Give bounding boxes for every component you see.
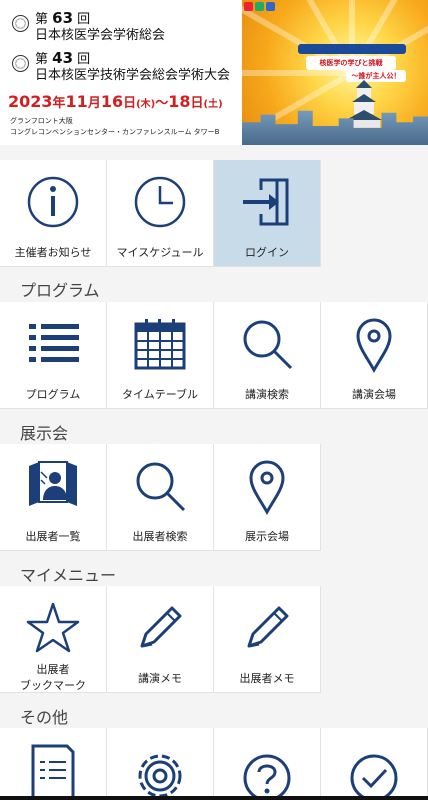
tile-lecture-search[interactable]: 講演検索 (214, 302, 321, 409)
search-icon (243, 320, 293, 370)
conf2-suffix: 回 (77, 52, 91, 67)
check-icon (350, 754, 398, 800)
calendar-icon (134, 319, 186, 370)
date-day-start: 16 (100, 92, 124, 111)
section-header-mymenu: マイメニュー (20, 566, 117, 585)
conference-title-2: 第 43 回 日本核医学技術学会総会学術大会 (12, 50, 230, 84)
venue-line-1: グランフロント大阪 (10, 117, 73, 125)
tile-exhibition-venue[interactable]: 展示会場 (214, 444, 321, 551)
list-icon (29, 324, 79, 362)
tile-lecture-venue[interactable]: 講演会場 (321, 302, 428, 409)
conference-banner-image: 核医学の学びと挑戦 ～誰が主人公！ (242, 0, 428, 145)
section-header-exhibition: 展示会 (20, 424, 69, 443)
help-icon (243, 754, 291, 800)
tile-login[interactable]: ログイン (214, 160, 321, 267)
banner-text-1: 核医学の学びと挑戦 (306, 56, 396, 70)
exhibitor-icon (29, 461, 77, 506)
tile-label: 講演検索 (245, 388, 289, 401)
city-skyline (242, 110, 428, 145)
tile-other-document[interactable] (0, 728, 107, 800)
jsnmt-logo-icon (12, 55, 29, 72)
tile-label: 講演メモ (138, 672, 182, 685)
conf2-num: 43 (52, 49, 74, 67)
tile-label: ログイン (245, 246, 289, 259)
venue-line-2: コングレコンベンションセンター・カンファレンスルーム タワーB (10, 128, 220, 136)
tile-other-settings[interactable] (107, 728, 214, 800)
conf1-prefix: 第 (35, 12, 49, 27)
date-month: 11 (65, 92, 88, 111)
date-day-end: 18 (168, 92, 191, 111)
tile-exhibitor-memo[interactable]: 出展者メモ (214, 586, 321, 693)
tile-label: 主催者お知らせ (14, 246, 92, 259)
tile-label: タイムテーブル (121, 388, 199, 401)
tile-other-help[interactable] (214, 728, 321, 800)
tile-timetable[interactable]: タイムテーブル (107, 302, 214, 409)
conference-title-1: 第 63 回 日本核医学会学術総会 (12, 10, 165, 44)
conf1-suffix: 回 (77, 12, 91, 27)
pencil-icon (247, 606, 289, 648)
tile-label: 出展者一覧 (25, 530, 81, 543)
tile-lecture-memo[interactable]: 講演メモ (107, 586, 214, 693)
tile-program[interactable]: プログラム (0, 302, 107, 409)
system-bottom-bar (0, 796, 428, 800)
section-header-other: その他 (20, 708, 69, 727)
date-day-unit: 日 (123, 96, 137, 111)
date-tilde: ～ (155, 96, 169, 111)
date-year-unit: 年 (52, 96, 66, 111)
conference-date: 2023年11月16日(木)～18日(土) (8, 92, 223, 111)
tile-exhibitor-bookmark[interactable]: 出展者 ブックマーク (0, 586, 107, 693)
tile-exhibitor-list[interactable]: 出展者一覧 (0, 444, 107, 551)
search-icon (136, 462, 186, 512)
tile-exhibitor-search[interactable]: 出展者検索 (107, 444, 214, 551)
info-icon (27, 176, 79, 228)
document-icon (31, 744, 75, 800)
tile-other-check[interactable] (321, 728, 428, 800)
tile-label-line2: ブックマーク (20, 679, 86, 692)
pencil-icon (140, 606, 182, 648)
tile-my-schedule[interactable]: マイスケジュール (107, 160, 214, 267)
tile-label: 講演会場 (352, 388, 396, 401)
tile-label: マイスケジュール (116, 246, 204, 259)
star-icon (26, 602, 80, 653)
conf1-name: 日本核医学会学術総会 (35, 28, 166, 43)
date-day-unit-2: 日 (190, 96, 204, 111)
tile-label: 出展者メモ (239, 672, 295, 685)
gear-icon (138, 754, 182, 798)
conf2-name: 日本核医学技術学会総会学術大会 (35, 68, 231, 83)
date-year: 2023 (8, 92, 53, 111)
clock-icon (134, 176, 186, 228)
date-weekday-end: (土) (203, 99, 223, 110)
date-month-unit: 月 (87, 96, 101, 111)
section-header-program: プログラム (20, 281, 100, 300)
tile-label: 展示会場 (245, 530, 289, 543)
tile-organizer-news[interactable]: 主催者お知らせ (0, 160, 107, 267)
tile-label: 出展者検索 (132, 530, 188, 543)
login-icon (243, 178, 289, 226)
conf1-num: 63 (52, 9, 74, 27)
map-pin-icon (249, 460, 285, 516)
map-pin-icon (356, 318, 392, 374)
jsnm-logo-icon (12, 15, 29, 32)
conference-header: 第 63 回 日本核医学会学術総会 第 43 回 日本核医学技術学会総会学術大会… (0, 0, 428, 145)
date-weekday-start: (木) (136, 99, 156, 110)
banner-subtitle-strip (298, 44, 406, 54)
conf2-prefix: 第 (35, 52, 49, 67)
tile-label: プログラム (25, 388, 81, 401)
tile-label-line1: 出展者 (36, 663, 70, 676)
